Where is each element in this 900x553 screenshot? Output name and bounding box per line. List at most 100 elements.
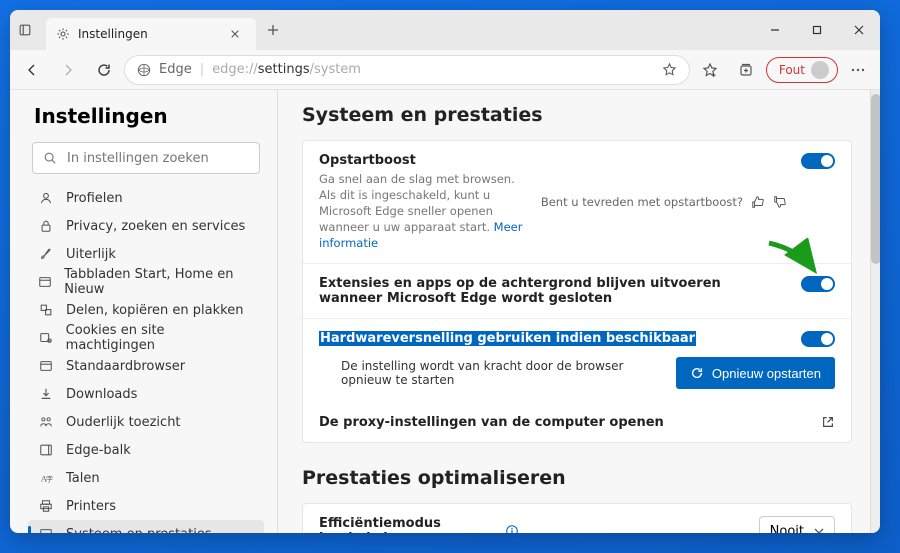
titlebar: Instellingen xyxy=(10,10,880,50)
bg-apps-toggle[interactable] xyxy=(801,276,835,292)
content-area: Instellingen In instellingen zoeken Prof… xyxy=(10,90,880,533)
browser-icon xyxy=(38,359,54,373)
sidebar-item-tab[interactable]: Tabbladen Start, Home en Nieuw xyxy=(28,268,264,296)
tab-actions-icon[interactable] xyxy=(10,15,40,45)
sidebar-item-lang[interactable]: A字 Talen xyxy=(28,464,264,492)
system-icon xyxy=(38,527,54,533)
sidebar-item-browser[interactable]: Standaardbrowser xyxy=(28,352,264,380)
sidebar-item-lock[interactable]: Privacy, zoeken en services xyxy=(28,212,264,240)
sidebar-item-label: Printers xyxy=(66,499,116,514)
more-button[interactable] xyxy=(842,54,874,86)
sidebar-item-printer[interactable]: Printers xyxy=(28,492,264,520)
refresh-icon xyxy=(690,366,704,380)
reading-icon[interactable] xyxy=(662,62,677,77)
collections-icon[interactable] xyxy=(730,54,762,86)
printer-icon xyxy=(38,499,54,513)
brush-icon xyxy=(38,247,54,261)
settings-search[interactable]: In instellingen zoeken xyxy=(32,142,260,174)
avatar xyxy=(811,61,829,79)
section-system-title: Systeem en prestaties xyxy=(302,104,852,126)
edge-icon xyxy=(137,63,151,77)
row-proxy[interactable]: De proxy-instellingen van de computer op… xyxy=(303,403,851,442)
sidebar-item-label: Cookies en site machtigingen xyxy=(66,323,254,353)
window-controls xyxy=(754,10,880,50)
svg-text:字: 字 xyxy=(46,475,53,484)
system-card: Opstartboost Ga snel aan de slag met bro… xyxy=(302,140,852,443)
lang-icon: A字 xyxy=(38,471,54,485)
proxy-title: De proxy-instellingen van de computer op… xyxy=(319,415,807,430)
cookie-icon xyxy=(38,331,54,345)
chevron-down-icon xyxy=(814,526,824,533)
tab-icon xyxy=(38,275,52,289)
thumbs-up-icon[interactable] xyxy=(751,195,765,209)
new-tab-button[interactable] xyxy=(262,19,284,41)
startup-boost-toggle[interactable] xyxy=(801,153,835,169)
restart-button[interactable]: Opnieuw opstarten xyxy=(676,357,835,389)
hw-accel-toggle[interactable] xyxy=(801,331,835,347)
sidebar-item-cookie[interactable]: Cookies en site machtigingen xyxy=(28,324,264,352)
startup-boost-title: Opstartboost xyxy=(319,153,527,168)
family-icon xyxy=(38,415,54,429)
address-origin: Edge xyxy=(159,62,192,77)
sidebar-item-label: Tabbladen Start, Home en Nieuw xyxy=(64,267,254,297)
favourite-icon[interactable] xyxy=(694,54,726,86)
section-perf-title: Prestaties optimaliseren xyxy=(302,467,852,489)
row-bg-apps: Extensies en apps op de achtergrond blij… xyxy=(303,263,851,318)
close-window-button[interactable] xyxy=(838,10,880,50)
lock-icon xyxy=(38,219,54,233)
toolbar: Edge | edge://settings/system Fout xyxy=(10,50,880,90)
sidebar-item-label: Ouderlijk toezicht xyxy=(66,415,181,430)
settings-main: Systeem en prestaties Opstartboost Ga sn… xyxy=(280,90,870,533)
search-placeholder: In instellingen zoeken xyxy=(67,151,209,166)
minimize-button[interactable] xyxy=(754,10,796,50)
row-hw-accel: Hardwareversnelling gebruiken indien bes… xyxy=(303,318,851,351)
sidebar-item-label: Delen, kopiëren en plakken xyxy=(66,303,243,318)
sidebar-item-label: Profielen xyxy=(66,191,123,206)
maximize-button[interactable] xyxy=(796,10,838,50)
browser-tab[interactable]: Instellingen xyxy=(46,18,256,50)
sidebar-item-label: Systeem en prestaties xyxy=(66,527,212,534)
sidebar-item-label: Talen xyxy=(66,471,100,486)
perf-card: Efficiëntiemodus inschakelen wanneer Hel… xyxy=(302,503,852,533)
sidebar-item-system[interactable]: Systeem en prestaties xyxy=(28,520,264,533)
hw-accel-subtext: De instelling wordt van kracht door de b… xyxy=(341,359,662,387)
scrollbar[interactable] xyxy=(870,90,880,533)
sidebar-item-label: Privacy, zoeken en services xyxy=(66,219,245,234)
profile-error-pill[interactable]: Fout xyxy=(766,57,838,83)
address-bar[interactable]: Edge | edge://settings/system xyxy=(124,55,690,85)
browser-window: Instellingen Edge | edge://settings/syst… xyxy=(10,10,880,533)
sidebar-item-edgebar[interactable]: Edge-balk xyxy=(28,436,264,464)
tab-title: Instellingen xyxy=(78,27,216,41)
gear-icon xyxy=(56,27,70,41)
thumbs-down-icon[interactable] xyxy=(773,195,787,209)
edgebar-icon xyxy=(38,443,54,457)
sidebar-item-family[interactable]: Ouderlijk toezicht xyxy=(28,408,264,436)
efficiency-dropdown[interactable]: Nooit xyxy=(759,516,835,533)
info-icon[interactable] xyxy=(505,524,519,533)
row-efficiency: Efficiëntiemodus inschakelen wanneer Hel… xyxy=(303,504,851,533)
back-button[interactable] xyxy=(16,54,48,86)
sidebar-heading: Instellingen xyxy=(28,104,264,128)
sidebar-item-label: Standaardbrowser xyxy=(66,359,185,374)
close-icon[interactable] xyxy=(224,23,246,45)
efficiency-title: Efficiëntiemodus inschakelen wanneer xyxy=(319,516,519,533)
sidebar-item-brush[interactable]: Uiterlijk xyxy=(28,240,264,268)
sidebar-item-label: Uiterlijk xyxy=(66,247,116,262)
download-icon xyxy=(38,387,54,401)
sidebar-item-share[interactable]: Delen, kopiëren en plakken xyxy=(28,296,264,324)
error-label: Fout xyxy=(779,63,805,77)
share-icon xyxy=(38,303,54,317)
bg-apps-title: Extensies en apps op de achtergrond blij… xyxy=(319,276,739,306)
sidebar-item-label: Downloads xyxy=(66,387,137,402)
refresh-button[interactable] xyxy=(88,54,120,86)
external-link-icon xyxy=(821,415,835,429)
startup-boost-feedback: Bent u tevreden met opstartboost? xyxy=(541,153,787,251)
startup-boost-desc: Ga snel aan de slag met browsen. Als dit… xyxy=(319,171,527,251)
forward-button[interactable] xyxy=(52,54,84,86)
hw-accel-restart-row: De instelling wordt van kracht door de b… xyxy=(303,351,851,403)
sidebar-item-user[interactable]: Profielen xyxy=(28,184,264,212)
search-icon xyxy=(43,151,57,165)
sidebar-item-download[interactable]: Downloads xyxy=(28,380,264,408)
address-url: edge://settings/system xyxy=(212,62,361,77)
sidebar-item-label: Edge-balk xyxy=(66,443,131,458)
